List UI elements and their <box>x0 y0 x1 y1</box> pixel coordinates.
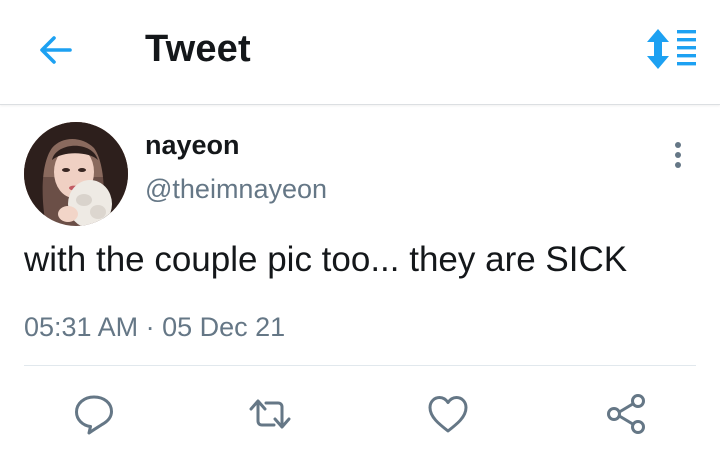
heart-icon <box>428 396 468 433</box>
reply-button[interactable] <box>72 392 116 436</box>
app-header: Tweet <box>0 0 720 105</box>
retweet-icon <box>249 399 291 429</box>
display-name[interactable]: nayeon <box>145 130 240 161</box>
arrow-left-icon <box>40 36 72 64</box>
sort-button[interactable] <box>645 28 697 70</box>
user-handle[interactable]: @theimnayeon <box>145 174 327 205</box>
more-vertical-icon <box>675 142 681 168</box>
tweet-time: 05:31 AM <box>24 312 139 342</box>
like-button[interactable] <box>426 392 470 436</box>
divider <box>24 365 696 366</box>
tweet-timestamp: 05:31 AM · 05 Dec 21 <box>24 312 285 343</box>
share-button[interactable] <box>604 392 648 436</box>
reply-icon <box>75 395 113 435</box>
share-icon <box>607 394 645 434</box>
profile-photo <box>24 122 128 226</box>
back-button[interactable] <box>36 30 76 70</box>
avatar[interactable] <box>24 122 128 226</box>
page-title: Tweet <box>145 28 251 70</box>
tweet-text: with the couple pic too... they are SICK <box>24 240 628 279</box>
tweet-date: 05 Dec 21 <box>162 312 286 342</box>
retweet-button[interactable] <box>248 392 292 436</box>
more-options-button[interactable] <box>668 140 688 170</box>
timestamp-separator: · <box>145 312 155 342</box>
sort-list-icon <box>647 29 696 69</box>
